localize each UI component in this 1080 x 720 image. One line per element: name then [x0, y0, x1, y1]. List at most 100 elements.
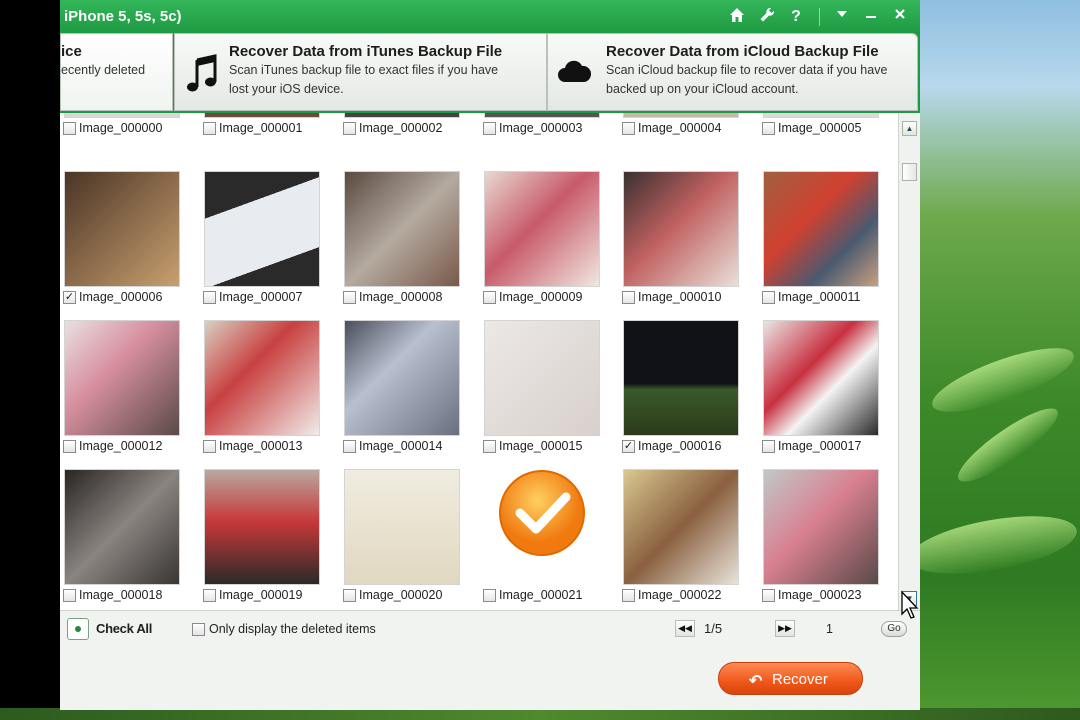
image-checkbox[interactable]: [762, 589, 775, 602]
image-thumbnail[interactable]: [484, 113, 600, 118]
image-tile[interactable]: Image_000005: [759, 113, 899, 146]
go-button[interactable]: Go: [881, 621, 907, 637]
image-checkbox[interactable]: [63, 122, 76, 135]
image-tile[interactable]: Image_000000: [60, 113, 200, 146]
image-checkbox[interactable]: [203, 440, 216, 453]
image-thumbnail[interactable]: [623, 320, 739, 436]
image-tile[interactable]: Image_000010: [619, 166, 759, 315]
image-thumbnail[interactable]: [344, 171, 460, 287]
image-tile[interactable]: ✓ Image_000016: [619, 315, 759, 464]
next-page-icon[interactable]: ▶▶: [775, 620, 795, 637]
image-thumbnail[interactable]: [484, 171, 600, 287]
image-thumbnail[interactable]: [64, 469, 180, 585]
image-thumbnail[interactable]: [344, 469, 460, 585]
image-label: Image_000014: [359, 439, 443, 453]
image-checkbox[interactable]: [63, 440, 76, 453]
image-tile[interactable]: Image_000007: [200, 166, 340, 315]
image-label: Image_000023: [778, 588, 862, 602]
check-all-label[interactable]: Check All: [96, 621, 152, 636]
image-thumbnail[interactable]: [64, 320, 180, 436]
scrollbar-thumb[interactable]: [902, 163, 917, 181]
image-tile[interactable]: Image_000009: [480, 166, 620, 315]
only-deleted-label[interactable]: Only display the deleted items: [209, 622, 376, 636]
mode-recover-itunes-backup[interactable]: Recover Data from iTunes Backup File Sca…: [174, 33, 547, 111]
image-tile[interactable]: Image_000015: [480, 315, 620, 464]
mode-desc: ecently deleted: [61, 63, 146, 77]
dropdown-icon[interactable]: [831, 6, 853, 28]
image-thumbnail[interactable]: [763, 469, 879, 585]
image-tile[interactable]: Image_000008: [340, 166, 480, 315]
wrench-icon[interactable]: [756, 6, 778, 28]
help-icon[interactable]: ?: [785, 6, 807, 28]
image-checkbox[interactable]: [483, 291, 496, 304]
mode-recover-icloud-backup[interactable]: Recover Data from iCloud Backup File Sca…: [547, 33, 918, 111]
image-tile[interactable]: Image_000013: [200, 315, 340, 464]
image-checkbox[interactable]: [483, 440, 496, 453]
image-thumbnail[interactable]: [484, 320, 600, 436]
image-tile[interactable]: Image_000011: [759, 166, 899, 315]
image-checkbox[interactable]: [203, 122, 216, 135]
image-checkbox[interactable]: ✓: [622, 440, 635, 453]
image-thumbnail[interactable]: [204, 113, 320, 118]
image-tile[interactable]: Image_000019: [200, 464, 340, 610]
image-checkbox[interactable]: [762, 291, 775, 304]
title-bar: iPhone 5, 5s, 5c) ?: [60, 0, 920, 33]
image-checkbox[interactable]: [622, 122, 635, 135]
image-thumbnail[interactable]: [484, 469, 600, 585]
image-checkbox[interactable]: ✓: [63, 291, 76, 304]
image-tile[interactable]: Image_000022: [619, 464, 759, 610]
image-tile[interactable]: Image_000018: [60, 464, 200, 610]
image-checkbox[interactable]: [343, 589, 356, 602]
prev-page-icon[interactable]: ◀◀: [675, 620, 695, 637]
image-tile[interactable]: Image_000020: [340, 464, 480, 610]
image-checkbox[interactable]: [622, 589, 635, 602]
image-thumbnail[interactable]: [204, 171, 320, 287]
image-checkbox[interactable]: [343, 291, 356, 304]
image-checkbox[interactable]: [343, 122, 356, 135]
image-tile[interactable]: Image_000023: [759, 464, 899, 610]
image-tile[interactable]: Image_000003: [480, 113, 620, 146]
image-label: Image_000008: [359, 290, 443, 304]
image-thumbnail[interactable]: [623, 469, 739, 585]
image-thumbnail[interactable]: [623, 113, 739, 118]
image-thumbnail[interactable]: [204, 469, 320, 585]
image-thumbnail[interactable]: [204, 320, 320, 436]
image-thumbnail[interactable]: [763, 171, 879, 287]
image-tile[interactable]: ✓ Image_000006: [60, 166, 200, 315]
vertical-scrollbar[interactable]: ▲ ▼: [898, 113, 920, 610]
image-thumbnail[interactable]: [64, 113, 180, 118]
page-number-input[interactable]: [820, 618, 872, 639]
image-checkbox[interactable]: [203, 291, 216, 304]
image-checkbox[interactable]: [762, 440, 775, 453]
image-checkbox[interactable]: [622, 291, 635, 304]
recover-button[interactable]: ↶ Recover: [718, 662, 863, 695]
image-thumbnail[interactable]: [344, 113, 460, 118]
image-thumbnail[interactable]: [344, 320, 460, 436]
image-checkbox[interactable]: [483, 122, 496, 135]
scroll-up-arrow-icon[interactable]: ▲: [902, 121, 917, 136]
minimize-icon[interactable]: [860, 6, 882, 28]
image-tile[interactable]: Image_000001: [200, 113, 340, 146]
home-icon[interactable]: [726, 6, 748, 28]
image-label: Image_000010: [638, 290, 722, 304]
image-tile[interactable]: Image_000014: [340, 315, 480, 464]
image-tile[interactable]: Image_000021: [480, 464, 620, 610]
image-thumbnail[interactable]: [64, 171, 180, 287]
image-tile[interactable]: Image_000012: [60, 315, 200, 464]
image-checkbox[interactable]: [203, 589, 216, 602]
image-checkbox[interactable]: [343, 440, 356, 453]
only-deleted-checkbox[interactable]: [192, 623, 205, 636]
image-tile[interactable]: Image_000002: [340, 113, 480, 146]
image-checkbox[interactable]: [483, 589, 496, 602]
image-thumbnail[interactable]: [763, 320, 879, 436]
footer-bar: Check All Only display the deleted items…: [60, 610, 920, 710]
image-checkbox[interactable]: [762, 122, 775, 135]
image-tile[interactable]: Image_000017: [759, 315, 899, 464]
close-icon[interactable]: [889, 6, 911, 28]
image-thumbnail[interactable]: [763, 113, 879, 118]
image-tile[interactable]: Image_000004: [619, 113, 759, 146]
check-all-checkbox[interactable]: [67, 618, 89, 640]
image-checkbox[interactable]: [63, 589, 76, 602]
image-thumbnail[interactable]: [623, 171, 739, 287]
mode-recover-from-device[interactable]: ice ecently deleted: [60, 33, 173, 111]
